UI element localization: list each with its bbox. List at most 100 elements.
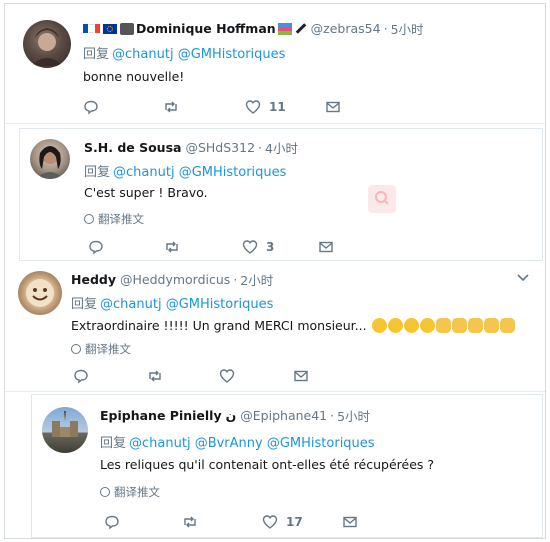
translate-label: 翻译推文: [114, 485, 160, 499]
separator: ·: [233, 272, 238, 287]
like-button[interactable]: [219, 368, 243, 384]
retweet-button[interactable]: [147, 368, 163, 384]
message-icon: [343, 516, 357, 528]
tweet-header: Heddy @Heddymordicus · 2小时: [71, 270, 273, 289]
tweet-text: Extraordinaire !!!!! Un grand MERCI mons…: [71, 317, 515, 333]
clapping-hands-emoji: [435, 317, 515, 333]
author-name[interactable]: Heddy: [71, 272, 116, 287]
author-handle[interactable]: @zebras54: [311, 21, 381, 36]
retweet-button[interactable]: [182, 514, 198, 530]
tweet-header: S.H. de Sousa @SHdS312 · 4小时: [84, 138, 298, 157]
reply-prefix: 回复: [71, 297, 98, 312]
message-icon: [294, 370, 308, 382]
eu-flag-icon: [103, 23, 117, 34]
retweet-icon: [165, 101, 177, 113]
film-icon: [120, 22, 134, 35]
chevron-down-icon[interactable]: [517, 274, 529, 282]
reply-context: 回复 @chanutj @GMHistoriques: [71, 293, 273, 312]
globe-icon: [84, 214, 94, 224]
tweet-card[interactable]: S.H. de Sousa @SHdS312 · 4小时 回复 @chanutj …: [19, 128, 543, 261]
translate-label: 翻译推文: [98, 212, 144, 226]
reply-button[interactable]: [104, 514, 120, 530]
avatar[interactable]: [18, 271, 62, 315]
reply-button[interactable]: [73, 368, 89, 384]
pen-icon: [295, 23, 306, 34]
like-count: 11: [269, 100, 286, 114]
globe-icon: [100, 487, 110, 497]
reply-context: 回复 @chanutj @BvrAnny @GMHistoriques: [100, 432, 375, 451]
tweet-text: C'est super ! Bravo.: [84, 185, 208, 200]
reply-icon: [105, 515, 119, 530]
retweet-icon: [166, 241, 178, 253]
retweet-icon: [184, 516, 196, 528]
translate-tweet-button[interactable]: 翻译推文: [71, 341, 131, 357]
message-icon: [326, 101, 340, 113]
reply-prefix: 回复: [84, 165, 111, 180]
like-icon: [245, 100, 261, 114]
reply-prefix: 回复: [83, 47, 110, 62]
retweet-button[interactable]: [163, 99, 179, 115]
separator: ·: [330, 408, 335, 423]
tweet-card[interactable]: Heddy @Heddymordicus · 2小时 回复 @chanutj @G…: [5, 262, 545, 392]
message-button[interactable]: [318, 239, 334, 255]
retweet-icon: [149, 370, 161, 382]
message-button[interactable]: [325, 99, 341, 115]
avatar[interactable]: [42, 407, 88, 453]
author-handle[interactable]: @SHdS312: [185, 140, 255, 155]
author-name[interactable]: Epiphane Pinielly: [100, 408, 222, 423]
reply-prefix: 回复: [100, 436, 127, 451]
reply-icon: [89, 240, 103, 255]
tweet-header: Epiphane Pinielly ن @Epiphane41 · 5小时: [100, 406, 370, 425]
translate-tweet-button[interactable]: 翻译推文: [84, 211, 144, 227]
like-count: 17: [286, 515, 303, 529]
message-button[interactable]: [293, 368, 309, 384]
mention-links[interactable]: @chanutj @GMHistoriques: [113, 165, 286, 180]
message-icon: [319, 241, 333, 253]
author-name-suffix: ن: [225, 408, 237, 423]
timestamp[interactable]: 2小时: [240, 270, 273, 289]
reply-context: 回复 @chanutj @GMHistoriques: [83, 43, 285, 62]
kissing-face-emoji: [371, 317, 435, 333]
avatar[interactable]: [23, 20, 71, 68]
like-icon: [262, 515, 278, 529]
retweet-button[interactable]: [164, 239, 180, 255]
tweet-thread: Dominique Hoffman @zebras54 · 5小时 回复 @cha…: [4, 3, 546, 539]
author-handle[interactable]: @Heddymordicus: [120, 272, 230, 287]
timestamp[interactable]: 5小时: [391, 19, 424, 38]
reply-button[interactable]: [83, 99, 99, 115]
reply-button[interactable]: [88, 239, 104, 255]
message-button[interactable]: [342, 514, 358, 530]
mention-links[interactable]: @chanutj @GMHistoriques: [100, 297, 273, 312]
like-button[interactable]: 3: [242, 239, 274, 255]
books-icon: [277, 22, 292, 35]
tweet-header: Dominique Hoffman @zebras54 · 5小时: [83, 19, 424, 38]
reply-icon: [74, 369, 88, 384]
timestamp[interactable]: 5小时: [337, 406, 370, 425]
globe-icon: [71, 344, 81, 354]
tweet-text: Les reliques qu'il contenait ont-elles é…: [100, 457, 435, 472]
translate-label: 翻译推文: [85, 342, 131, 356]
tweet-text-content: Extraordinaire !!!!! Un grand MERCI mons…: [71, 317, 367, 333]
search-icon: [368, 185, 396, 213]
avatar[interactable]: [30, 139, 70, 179]
like-icon: [242, 240, 258, 254]
mention-links[interactable]: @chanutj @GMHistoriques: [112, 47, 285, 62]
author-handle[interactable]: @Epiphane41: [240, 408, 327, 423]
separator: ·: [383, 21, 388, 36]
mention-links[interactable]: @chanutj @BvrAnny @GMHistoriques: [129, 436, 375, 451]
separator: ·: [258, 140, 263, 155]
author-name[interactable]: Dominique Hoffman: [136, 21, 276, 36]
reply-icon: [84, 100, 98, 115]
like-button[interactable]: 17: [262, 514, 303, 530]
tweet-card[interactable]: Epiphane Pinielly ن @Epiphane41 · 5小时 回复…: [31, 394, 543, 538]
timestamp[interactable]: 4小时: [265, 138, 298, 157]
like-icon: [219, 369, 235, 383]
like-button[interactable]: 11: [245, 99, 286, 115]
tweet-card[interactable]: Dominique Hoffman @zebras54 · 5小时 回复 @cha…: [5, 4, 545, 124]
french-flag-icon: [83, 24, 101, 33]
like-count: 3: [266, 240, 275, 254]
reply-context: 回复 @chanutj @GMHistoriques: [84, 161, 286, 180]
tweet-text: bonne nouvelle!: [83, 69, 185, 84]
translate-tweet-button[interactable]: 翻译推文: [100, 484, 160, 500]
author-name[interactable]: S.H. de Sousa: [84, 140, 181, 155]
